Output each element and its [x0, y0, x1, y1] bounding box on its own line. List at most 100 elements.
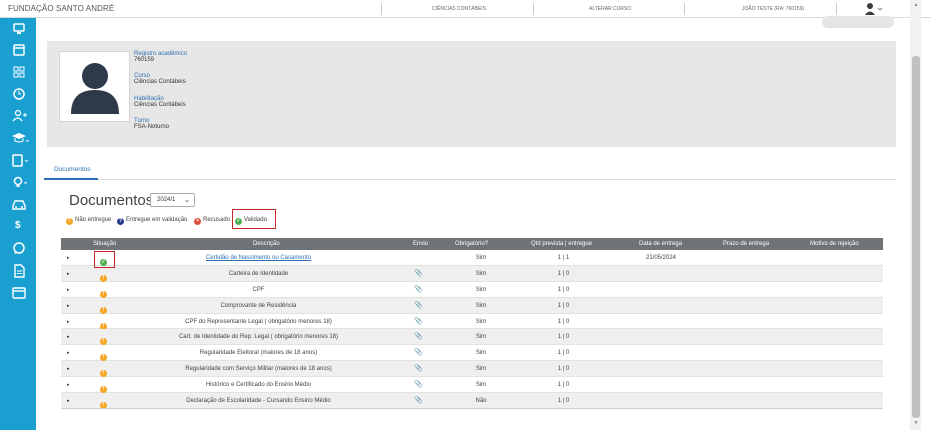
- legend-recusado: × Recusado: [194, 217, 230, 225]
- table-row[interactable]: ▸! CPF do Representante Legal ( obrigatór…: [61, 313, 883, 330]
- obrigatorio-value: Sim: [475, 334, 487, 341]
- obrigatorio-value: Sim: [475, 270, 487, 277]
- qtd-value: 1 | 1: [557, 255, 570, 261]
- table-row[interactable]: ▸! CPF 📎 Sim 1 | 0: [61, 281, 883, 298]
- clipboard-icon[interactable]: [10, 153, 30, 167]
- highlight-box: [232, 209, 276, 229]
- expand-row-icon[interactable]: ▸: [67, 255, 70, 261]
- qtd-value: 1 | 0: [557, 334, 570, 341]
- paperclip-icon[interactable]: 📎: [414, 269, 423, 277]
- avatar: [59, 51, 130, 122]
- legend-em-validacao: ? Entregue em validação: [117, 217, 188, 225]
- obrigatorio-value: Sim: [475, 366, 487, 373]
- expand-row-icon[interactable]: ▸: [67, 350, 70, 356]
- divider: [381, 3, 382, 15]
- qtd-value: 1 | 0: [557, 318, 570, 325]
- paperclip-icon[interactable]: 📎: [414, 396, 423, 404]
- document-icon[interactable]: [10, 264, 30, 278]
- year-select-value: 2024/1: [157, 197, 176, 203]
- paperclip-icon[interactable]: 📎: [414, 380, 423, 388]
- scroll-up-arrow-icon[interactable]: ▲: [912, 2, 920, 8]
- expand-row-icon[interactable]: ▸: [67, 334, 70, 340]
- legend-nao-entregue: ! Não entregue: [66, 217, 111, 225]
- expand-row-icon[interactable]: ▸: [67, 382, 70, 388]
- qtd-value: 1 | 0: [557, 302, 570, 309]
- year-select[interactable]: 2024/1 ⌄: [150, 193, 195, 207]
- header-pill: [822, 16, 894, 28]
- divider: [684, 3, 685, 15]
- scrollbar-thumb[interactable]: [912, 56, 920, 418]
- clock-icon[interactable]: [10, 87, 30, 101]
- obrigatorio-value: Sim: [475, 318, 487, 325]
- current-course-link[interactable]: CIÊNCIAS CONTÁBEIS: [432, 6, 486, 12]
- expand-row-icon[interactable]: ▸: [67, 398, 70, 404]
- table-row[interactable]: ▸! Histórico e Certificado do Ensino Médi…: [61, 377, 883, 394]
- table-row[interactable]: ▸! Regularidade Eleitoral (maiores de 18 …: [61, 345, 883, 362]
- habilitacao-value: Ciências Contábeis: [134, 102, 186, 108]
- graduation-cap-icon[interactable]: [10, 131, 30, 145]
- user-silhouette-icon: [71, 63, 119, 114]
- expand-row-icon[interactable]: ▸: [67, 319, 70, 325]
- expand-row-icon[interactable]: ▸: [67, 271, 70, 277]
- user-menu-icon[interactable]: [864, 2, 884, 16]
- tab-active-indicator: [44, 178, 98, 180]
- car-icon[interactable]: [10, 197, 30, 211]
- table-bottom-border: [61, 408, 883, 409]
- header-envio: Envio: [413, 241, 429, 247]
- user-add-icon[interactable]: [10, 109, 30, 123]
- tab-divider: [44, 179, 896, 180]
- calendar-icon[interactable]: [10, 43, 30, 57]
- table-row[interactable]: ▸! Cart. de Identidade do Rep. Legal ( ob…: [61, 329, 883, 346]
- grid-icon[interactable]: [10, 65, 30, 79]
- ra-value: 760159: [134, 57, 155, 63]
- document-description: Regularidade com Serviço Militar (maiore…: [185, 366, 332, 373]
- expand-row-icon[interactable]: ▸: [67, 303, 70, 309]
- header-situacao: Situação: [93, 241, 117, 247]
- change-course-link[interactable]: ALTERAR CURSO: [589, 6, 631, 12]
- user-name: JOÃO TESTE (RA: 760159): [742, 6, 805, 12]
- id-card-icon[interactable]: [10, 286, 30, 300]
- table-row[interactable]: ▸! Comprovante de Residência 📎 Sim 1 | 0: [61, 297, 883, 314]
- obrigatorio-value: Sim: [475, 350, 487, 357]
- document-description: CPF do Representante Legal ( obrigatório…: [185, 318, 332, 325]
- documents-table: Situação Descrição Envio Obrigatório? Qt…: [61, 238, 883, 410]
- expand-row-icon[interactable]: ▸: [67, 366, 70, 372]
- divider: [533, 3, 534, 15]
- monitor-icon[interactable]: [10, 23, 30, 37]
- sidebar: $: [0, 18, 36, 430]
- document-description: Declaração de Escolaridade - Cursando En…: [186, 398, 331, 405]
- header-qtd: Qtd prevista | entregue: [531, 241, 592, 247]
- lightbulb-icon[interactable]: [10, 175, 30, 189]
- curso-value: Ciências Contábeis: [134, 79, 186, 85]
- qtd-value: 1 | 0: [557, 270, 570, 277]
- validation-status-icon: ?: [117, 218, 124, 225]
- header-data-entrega: Data de entrega: [639, 241, 683, 247]
- tab-documentos[interactable]: Documentos: [54, 166, 91, 173]
- chat-icon[interactable]: [10, 241, 30, 255]
- pending-status-icon: !: [66, 218, 73, 225]
- obrigatorio-value: Sim: [475, 302, 487, 309]
- turno-value: FSA-Noturno: [134, 124, 170, 130]
- paperclip-icon[interactable]: 📎: [414, 332, 423, 340]
- paperclip-icon[interactable]: 📎: [414, 301, 423, 309]
- paperclip-icon[interactable]: 📎: [414, 364, 423, 372]
- paperclip-icon[interactable]: 📎: [414, 285, 423, 293]
- dollar-icon[interactable]: $: [10, 219, 30, 233]
- table-row[interactable]: ▸! Declaração de Escolaridade - Cursando …: [61, 393, 883, 410]
- refused-status-icon: ×: [194, 218, 201, 225]
- paperclip-icon[interactable]: 📎: [414, 348, 423, 356]
- document-description[interactable]: Certidão de Nascimento ou Casamento: [141, 255, 376, 261]
- expand-row-icon[interactable]: ▸: [67, 287, 70, 293]
- table-header: Situação Descrição Envio Obrigatório? Qt…: [61, 238, 883, 250]
- paperclip-icon[interactable]: 📎: [414, 317, 423, 325]
- header-obrigatorio: Obrigatório?: [455, 241, 489, 247]
- obrigatorio-value: Sim: [475, 286, 487, 293]
- header-prazo: Prazo de entrega: [723, 241, 770, 247]
- highlight-box: [94, 251, 115, 268]
- scroll-down-arrow-icon[interactable]: ▼: [912, 420, 920, 426]
- table-row[interactable]: ▸! Carteira de Identidade 📎 Sim 1 | 0: [61, 265, 883, 282]
- document-description: CPF: [252, 286, 265, 293]
- table-row[interactable]: ▸ ✓ Certidão de Nascimento ou Casamento Sim…: [61, 250, 883, 266]
- table-row[interactable]: ▸! Regularidade com Serviço Militar (maio…: [61, 361, 883, 378]
- top-bar: FUNDAÇÃO SANTO ANDRÉ CIÊNCIAS CONTÁBEIS …: [0, 0, 931, 18]
